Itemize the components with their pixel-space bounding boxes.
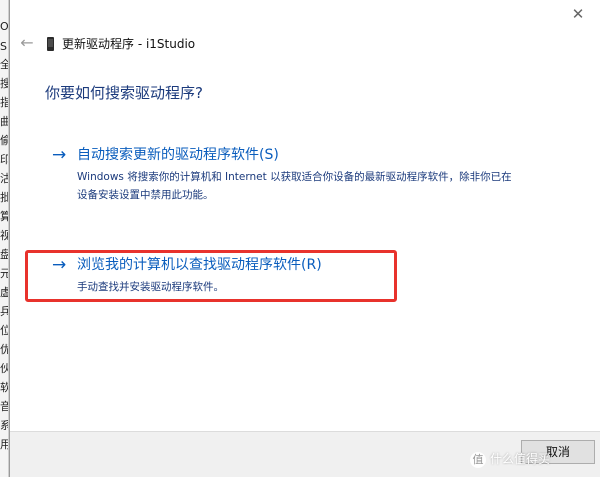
watermark-badge-icon: 值 [470, 451, 486, 468]
background-char: 印 [0, 153, 8, 167]
background-char: 用 [0, 438, 8, 452]
background-char: 兵 [0, 305, 8, 319]
auto-search-heading: 自动搜索更新的驱动程序软件(S) [77, 147, 279, 163]
background-char: 系 [0, 419, 8, 433]
background-char: O [0, 20, 9, 33]
background-char: 伙 [0, 362, 8, 376]
screen: O SI 全 搜 指 曲 偷 印 沽 批 算 视 盘 元 虚 兵 位 优 伙 软… [0, 0, 600, 477]
back-arrow-icon[interactable]: ← [18, 34, 36, 52]
device-icon [47, 37, 54, 51]
background-char: 软 [0, 381, 8, 395]
background-char: 批 [0, 191, 8, 205]
background-char: 位 [0, 324, 8, 338]
background-char: 指 [0, 96, 8, 110]
background-char: 算 [0, 210, 8, 224]
annotation-highlight-box [25, 250, 397, 302]
watermark-text: 什么值得买 [490, 452, 551, 466]
background-window-strip: O SI 全 搜 指 曲 偷 印 沽 批 算 视 盘 元 虚 兵 位 优 伙 软… [0, 0, 9, 477]
background-char: 曲 [0, 115, 8, 129]
update-driver-dialog: ✕ ← 更新驱动程序 - i1Studio 你要如何搜索驱动程序? → 自动搜索… [9, 0, 600, 477]
background-char: 元 [0, 267, 8, 281]
page-heading: 你要如何搜索驱动程序? [45, 84, 203, 102]
arrow-right-icon: → [52, 145, 67, 165]
watermark: 值什么值得买 [470, 448, 550, 470]
auto-search-option[interactable]: → 自动搜索更新的驱动程序软件(S) Windows 将搜索你的计算机和 Int… [52, 145, 532, 205]
background-char: 搜 [0, 77, 8, 91]
auto-search-description: Windows 将搜索你的计算机和 Internet 以获取适合你设备的最新驱动… [77, 171, 512, 201]
background-char: 全 [0, 58, 8, 72]
close-icon[interactable]: ✕ [570, 6, 586, 22]
background-char: 虚 [0, 286, 8, 300]
background-char: 沽 [0, 172, 8, 186]
background-char: 音 [0, 400, 8, 414]
dialog-title: 更新驱动程序 - i1Studio [62, 37, 196, 51]
background-char: 盘 [0, 248, 8, 262]
background-char: 偷 [0, 134, 8, 148]
background-char: 视 [0, 229, 8, 243]
background-char: 优 [0, 343, 8, 357]
background-char: SI [0, 40, 8, 53]
